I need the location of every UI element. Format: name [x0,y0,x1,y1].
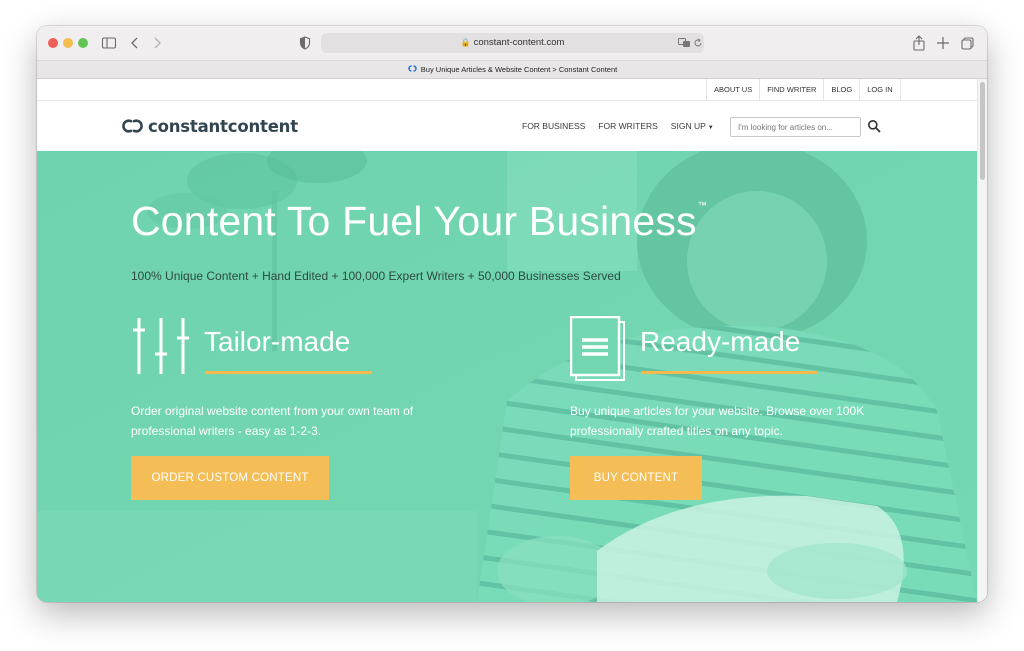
forward-icon[interactable] [151,32,163,54]
back-icon[interactable] [129,32,141,54]
tailor-made-description: Order original website content from your… [131,404,414,438]
lock-icon: 🔒 [460,38,471,47]
site-logo[interactable]: constantcontent [120,114,298,138]
sliders-icon [133,318,189,374]
about-us-link[interactable]: ABOUT US [706,79,759,101]
tab-title: Buy Unique Articles & Website Content > … [420,65,618,74]
blog-link[interactable]: BLOG [823,79,859,101]
headline-text: Content To Fuel Your Business [131,198,697,244]
hero-section: Content To Fuel Your Business™ 100% Uniq… [37,151,977,602]
logo-text: constantcontent [148,116,298,136]
new-tab-icon[interactable] [933,33,953,53]
reload-icon[interactable] [693,37,703,49]
search-input[interactable] [730,117,861,137]
hero-headline: Content To Fuel Your Business™ [131,198,707,245]
ready-made-title: Ready-made [640,326,801,357]
web-page: ABOUT US FIND WRITER BLOG LOG IN constan… [37,79,987,602]
tab-overview-icon[interactable] [958,33,978,53]
scrollbar-thumb[interactable] [980,82,985,180]
ready-made-underline [641,371,817,374]
log-in-link[interactable]: LOG IN [859,79,901,101]
order-custom-content-button[interactable]: ORDER CUSTOM CONTENT [131,456,329,500]
url-value: constant-content.com [473,37,565,48]
zoom-window-button[interactable] [78,38,88,48]
translate-icon[interactable] [678,37,691,49]
tailor-made-column: Tailor-made Order original website conte… [131,316,471,516]
top-utility-nav: ABOUT US FIND WRITER BLOG LOG IN [37,79,977,101]
for-business-link[interactable]: FOR BUSINESS [522,121,585,131]
tailor-made-title: Tailor-made [204,326,351,357]
share-icon[interactable] [909,33,929,53]
browser-toolbar: 🔒 constant-content.com [37,26,987,60]
minimize-window-button[interactable] [63,38,73,48]
ready-made-description: Buy unique articles for your website. Br… [570,404,865,438]
trademark-symbol: ™ [697,200,707,210]
privacy-shield-icon[interactable] [299,32,311,54]
caret-down-icon: ▼ [707,125,714,131]
favicon-icon [408,65,417,72]
find-writer-link[interactable]: FIND WRITER [759,79,823,101]
sidebar-toggle-icon[interactable] [101,32,117,54]
document-stack-icon [570,316,625,381]
main-nav: constantcontent FOR BUSINESS FOR WRITERS… [37,102,977,150]
browser-window: 🔒 constant-content.com Buy Unique Articl… [37,26,987,602]
url-text: 🔒 constant-content.com [321,33,704,53]
sign-up-dropdown[interactable]: SIGN UP ▼ [671,121,714,131]
search-icon[interactable] [867,119,881,133]
active-tab[interactable]: Buy Unique Articles & Website Content > … [37,61,987,79]
hero-subheadline: 100% Unique Content + Hand Edited + 100,… [131,269,621,283]
tab-bar: Buy Unique Articles & Website Content > … [37,60,987,79]
address-bar[interactable]: 🔒 constant-content.com [321,33,704,53]
tailor-made-underline [205,371,372,374]
close-window-button[interactable] [48,38,58,48]
logo-chain-icon [122,119,143,133]
for-writers-link[interactable]: FOR WRITERS [598,121,658,131]
sign-up-label: SIGN UP [670,121,706,131]
ready-made-column: Ready-made Buy unique articles for your … [570,316,910,516]
page-scrollbar[interactable] [977,79,987,602]
buy-content-button[interactable]: BUY CONTENT [570,456,702,500]
